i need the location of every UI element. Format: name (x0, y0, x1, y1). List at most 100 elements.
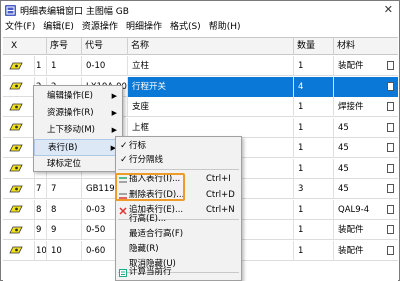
header-seq[interactable]: 序号 (47, 38, 82, 55)
cell-material[interactable]: 装配件 (334, 241, 398, 261)
sub-insert-shortcut: Ctrl+I (206, 174, 231, 184)
document-icon[interactable] (387, 225, 394, 234)
cell-name[interactable]: 上框 (128, 117, 294, 138)
menu-help[interactable]: 帮助(H) (205, 19, 245, 35)
cell-seq[interactable]: 9 (47, 220, 82, 240)
cell-qty[interactable]: 1 (294, 117, 334, 138)
cell-material[interactable]: 焊接件 (334, 97, 398, 117)
chevron-right-icon: ▶ (111, 92, 117, 100)
cell-material[interactable] (334, 76, 398, 97)
cell-qty[interactable]: 1 (294, 240, 334, 261)
part-icon (3, 76, 35, 97)
cell-seq[interactable]: 1 (47, 56, 82, 76)
document-icon[interactable] (387, 61, 394, 70)
cell-material[interactable]: 45 (334, 138, 398, 158)
ctx-balloon-locate[interactable]: 球标定位 (34, 156, 122, 173)
cell-material-text: 45 (338, 163, 349, 174)
cell-code[interactable]: 0-10 (82, 56, 128, 76)
ctx-edit-ops-label: 编辑操作(E) (47, 91, 94, 101)
cell-seq[interactable]: 8 (47, 199, 82, 220)
document-icon[interactable] (387, 143, 394, 152)
cell-material[interactable]: 装配件 (334, 220, 398, 240)
cell-seq[interactable]: 10 (47, 240, 82, 261)
row-index: 10 (35, 240, 47, 261)
ctx-move-label: 上下移动(M) (47, 125, 95, 135)
row-index: 7 (35, 179, 47, 199)
row-index: 1 (35, 56, 47, 76)
document-icon[interactable] (387, 122, 394, 132)
part-icon (3, 56, 35, 76)
cell-qty[interactable]: 3 (294, 179, 334, 199)
header-material[interactable]: 材料 (334, 38, 398, 55)
cell-material-text: 装配件 (338, 225, 364, 235)
ctx-resource-ops-label: 资源操作(R) (47, 108, 94, 118)
cell-qty[interactable]: 1 (294, 56, 334, 76)
cell-qty[interactable]: 1 (294, 138, 334, 158)
menu-resource[interactable]: 资源操作 (78, 19, 122, 35)
document-icon[interactable] (387, 184, 394, 193)
cell-seq[interactable]: 7 (47, 179, 82, 199)
header-qty[interactable]: 数量 (294, 38, 334, 55)
ctx-edit-ops[interactable]: 编辑操作(E) ▶ (34, 88, 122, 105)
cell-qty[interactable]: 4 (294, 76, 334, 97)
menu-detail[interactable]: 明细操作 (122, 19, 166, 35)
check-icon: ✓ (120, 155, 128, 165)
sub-row-height-label: 行高(E)... (129, 214, 167, 224)
menu-format[interactable]: 格式(S) (166, 19, 205, 35)
document-icon[interactable] (387, 163, 394, 173)
cell-material[interactable]: QAL9-4 (334, 200, 398, 220)
calculator-icon (119, 267, 127, 281)
header-code[interactable]: 代号 (82, 38, 128, 55)
cell-qty[interactable]: 1 (294, 199, 334, 220)
sub-calc-row[interactable]: 计算当前行 (116, 264, 241, 281)
part-icon (3, 97, 35, 117)
sub-row-divider[interactable]: ✓ 行分隔线 (116, 152, 241, 169)
document-icon[interactable] (387, 102, 394, 111)
highlight-frame (115, 173, 185, 201)
sub-calc-label: 计算当前行 (129, 267, 172, 277)
header-name[interactable]: 名称 (128, 38, 294, 55)
table-row[interactable]: 1 1 0-10 立柱 1 装配件 (3, 56, 398, 76)
row-index: 9 (35, 220, 47, 240)
cell-material[interactable]: 45 (334, 159, 398, 179)
cell-name[interactable]: 立柱 (128, 56, 294, 76)
part-icon (3, 179, 35, 199)
cell-name[interactable]: 支座 (128, 97, 294, 117)
cell-material-text: 45 (338, 143, 349, 153)
header-x[interactable]: X (3, 38, 47, 55)
row-submenu: ✓ 行标 ✓ 行分隔线 插入表行(I)... Ctrl+I 删除表行(D)... C… (115, 136, 242, 281)
menu-file[interactable]: 文件(F) (1, 19, 39, 35)
document-icon[interactable] (387, 204, 394, 214)
sub-best-height-label: 最适合行高(F) (129, 229, 184, 239)
cell-name[interactable]: 行程开关 (128, 76, 294, 97)
cell-qty[interactable]: 1 (294, 158, 334, 179)
window-title: 明细表编辑窗口 主图幅 GB (20, 6, 129, 17)
cell-material[interactable]: 装配件 (334, 56, 398, 76)
ctx-table-row[interactable]: 表行(B) ▶ (34, 139, 122, 156)
cell-material-text: 焊接件 (338, 102, 364, 112)
cell-material-text: 装配件 (338, 61, 364, 71)
close-icon[interactable]: ✕ (384, 3, 393, 16)
part-icon (3, 158, 35, 179)
ctx-table-row-label: 表行(B) (48, 143, 78, 153)
part-icon (3, 240, 35, 261)
document-icon[interactable] (387, 81, 394, 91)
part-icon (3, 220, 35, 240)
ctx-balloon-label: 球标定位 (47, 159, 82, 169)
part-icon (3, 199, 35, 220)
cell-material[interactable]: 45 (334, 118, 398, 138)
cell-material-text: 装配件 (338, 245, 364, 256)
menu-edit[interactable]: 编辑(E) (39, 19, 78, 35)
cell-material-text: 45 (338, 122, 349, 133)
table-header: X 序号 代号 名称 数量 材料 (3, 38, 398, 55)
sub-hide-label: 隐藏(R) (129, 244, 159, 254)
part-icon (3, 117, 35, 138)
cell-material[interactable]: 45 (334, 179, 398, 199)
detail-editor-window: 明细表编辑窗口 主图幅 GB ✕ 文件(F) 编辑(E) 资源操作 明细操作 格… (0, 0, 400, 281)
document-icon[interactable] (387, 245, 394, 255)
cell-qty[interactable]: 1 (294, 220, 334, 240)
title-bar: 明细表编辑窗口 主图幅 GB ✕ (1, 1, 399, 19)
ctx-resource-ops[interactable]: 资源操作(R) ▶ (34, 105, 122, 122)
ctx-move[interactable]: 上下移动(M) ▶ (34, 122, 122, 139)
cell-qty[interactable]: 1 (294, 97, 334, 117)
